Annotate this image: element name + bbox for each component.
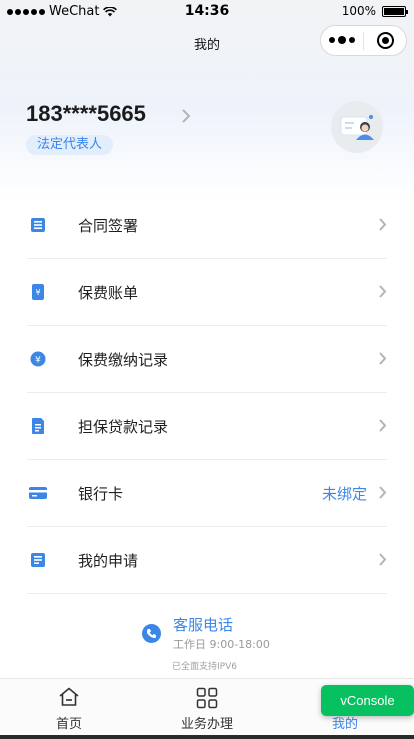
chevron-right-icon bbox=[379, 285, 387, 298]
chevron-right-icon[interactable] bbox=[181, 108, 191, 124]
chevron-right-icon bbox=[379, 419, 387, 432]
battery-icon bbox=[382, 5, 408, 17]
menu-item-bank-card[interactable]: 银行卡 未绑定 bbox=[27, 460, 387, 527]
menu-item-label: 保费账单 bbox=[78, 283, 139, 302]
grid-icon bbox=[196, 687, 218, 709]
menu-item-my-applications[interactable]: 我的申请 bbox=[27, 527, 387, 594]
menu-list: 合同签署 ¥ 保费账单 ¥ 保费缴纳记录 担保贷款记录 银行卡 未绑定 我的申请 bbox=[27, 192, 387, 594]
menu-item-label: 保费缴纳记录 bbox=[78, 350, 169, 369]
bank-card-icon bbox=[28, 483, 48, 503]
more-icon[interactable] bbox=[321, 36, 363, 44]
menu-item-premium-bill[interactable]: ¥ 保费账单 bbox=[27, 259, 387, 326]
user-card-icon bbox=[340, 115, 374, 140]
chevron-right-icon bbox=[379, 352, 387, 365]
role-badge: 法定代表人 bbox=[26, 135, 114, 155]
menu-item-contract-signing[interactable]: 合同签署 bbox=[27, 192, 387, 259]
menu-item-label: 合同签署 bbox=[78, 216, 139, 235]
close-circle-icon bbox=[376, 32, 394, 49]
vconsole-button[interactable]: vConsole bbox=[321, 685, 414, 716]
menu-item-label: 担保贷款记录 bbox=[78, 417, 169, 436]
home-icon bbox=[59, 687, 79, 706]
phone-icon bbox=[142, 624, 161, 643]
tab-label: 业务办理 bbox=[180, 717, 233, 732]
customer-service-phone[interactable]: 客服电话 工作日 9:00-18:00 bbox=[142, 614, 302, 654]
status-bar: WeChat 14:36 100% bbox=[0, 0, 414, 22]
user-phone[interactable]: 183****5665 bbox=[26, 101, 146, 127]
miniprogram-capsule bbox=[320, 25, 407, 56]
status-battery: 100% bbox=[341, 4, 408, 18]
chevron-right-icon bbox=[379, 218, 387, 231]
menu-item-label: 银行卡 bbox=[78, 484, 124, 503]
chevron-right-icon bbox=[379, 486, 387, 499]
application-icon bbox=[28, 550, 48, 570]
bill-icon: ¥ bbox=[28, 282, 48, 302]
home-indicator-strip bbox=[0, 735, 414, 739]
menu-item-loan-records[interactable]: 担保贷款记录 bbox=[27, 393, 387, 460]
document-icon bbox=[28, 416, 48, 436]
avatar[interactable] bbox=[331, 101, 383, 153]
ipv6-note: 已全面支持IPV6 bbox=[172, 662, 237, 672]
contract-icon bbox=[28, 215, 48, 235]
yuan-coin-icon: ¥ bbox=[28, 349, 48, 369]
tab-home[interactable]: 首页 bbox=[0, 679, 138, 734]
tab-business[interactable]: 业务办理 bbox=[138, 679, 276, 734]
battery-fill bbox=[384, 7, 404, 15]
svg-text:¥: ¥ bbox=[35, 356, 41, 366]
chevron-right-icon bbox=[379, 553, 387, 566]
service-title: 客服电话 bbox=[173, 616, 234, 634]
menu-item-payment-records[interactable]: ¥ 保费缴纳记录 bbox=[27, 326, 387, 393]
svg-text:¥: ¥ bbox=[35, 288, 40, 297]
menu-item-label: 我的申请 bbox=[78, 551, 139, 570]
bank-card-status: 未绑定 bbox=[321, 484, 367, 503]
service-hours: 工作日 9:00-18:00 bbox=[173, 638, 270, 651]
close-button[interactable] bbox=[364, 32, 406, 49]
battery-percent: 100% bbox=[341, 4, 376, 18]
tab-label: 首页 bbox=[55, 717, 82, 732]
